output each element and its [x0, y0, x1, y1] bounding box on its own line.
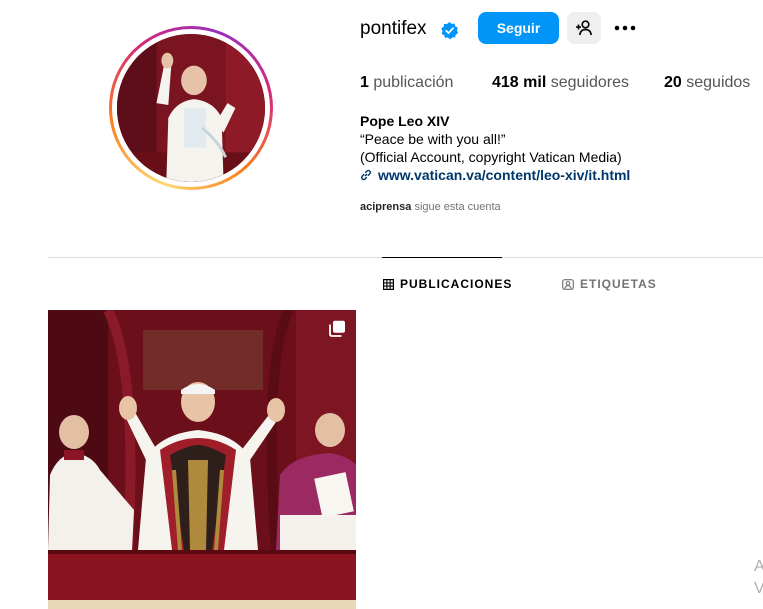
tag-icon	[562, 278, 574, 290]
profile-avatar-story-ring[interactable]	[109, 26, 273, 190]
profile-username: pontifex	[360, 18, 427, 39]
posts-count: 1	[360, 74, 369, 91]
bio-text-line-1: “Peace be with you all!”	[360, 131, 506, 147]
post-thumbnail[interactable]	[48, 310, 356, 609]
verified-badge-icon	[441, 21, 459, 40]
followers-stat[interactable]: 418 mil seguidores	[492, 74, 629, 92]
followed-by-user: aciprensa	[360, 201, 412, 213]
followers-count: 418 mil	[492, 74, 547, 91]
followed-by-text: sigue esta cuenta	[414, 201, 501, 213]
suggest-similar-accounts-button[interactable]	[567, 12, 601, 44]
add-user-icon	[576, 20, 592, 36]
offscreen-text-fragment: A V	[754, 558, 763, 597]
posts-count-stat: 1 publicación	[360, 74, 453, 92]
followers-label: seguidores	[550, 74, 629, 91]
tab-tagged-label: ETIQUETAS	[580, 277, 657, 291]
link-icon	[361, 169, 371, 181]
bio-text-line-2: (Official Account, copyright Vatican Med…	[360, 149, 622, 165]
posts-label: publicación	[373, 74, 454, 91]
avatar[interactable]	[117, 34, 265, 182]
followed-by-notice[interactable]: aciprensa sigue esta cuenta	[360, 201, 501, 213]
bio-link-text: www.vatican.va/content/leo-xiv/it.html	[378, 167, 631, 183]
tab-tagged[interactable]: ETIQUETAS	[562, 277, 657, 291]
bio-external-link[interactable]: www.vatican.va/content/leo-xiv/it.html	[360, 167, 630, 183]
grid-icon	[383, 278, 394, 290]
tab-posts-label: PUBLICACIONES	[400, 277, 513, 291]
follow-button[interactable]: Seguir	[478, 12, 559, 44]
bio-full-name: Pope Leo XIV	[360, 113, 450, 129]
tab-posts[interactable]: PUBLICACIONES	[383, 277, 512, 291]
more-options-button[interactable]	[612, 16, 638, 40]
multiple-images-icon	[329, 320, 345, 337]
following-stat[interactable]: 20 seguidos	[664, 74, 750, 92]
following-label: seguidos	[686, 74, 751, 91]
profile-page: pontifex Seguir 1 publicación 418 mil se…	[0, 0, 763, 609]
following-count: 20	[664, 74, 682, 91]
more-horizontal-icon	[614, 25, 636, 31]
active-tab-indicator	[382, 257, 502, 258]
